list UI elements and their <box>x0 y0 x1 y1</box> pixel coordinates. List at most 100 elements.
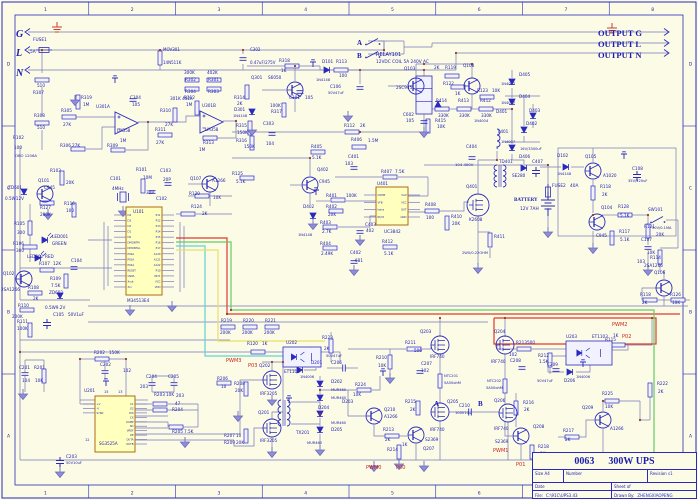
component-label: C201 <box>19 365 30 370</box>
component-label: 2K <box>360 123 366 128</box>
component-label: R109 <box>50 276 61 281</box>
component-label: A1266 <box>212 178 226 183</box>
component-label: IRF740 <box>430 427 445 432</box>
component-label: 20P <box>163 177 171 182</box>
component-label: LM358 <box>205 127 219 132</box>
component-label: R120 <box>247 341 258 346</box>
junction-dot <box>510 107 514 111</box>
resistor <box>444 215 450 231</box>
component-label: C102 <box>156 196 167 201</box>
component-label: 100 <box>339 73 347 78</box>
resistor <box>250 349 266 355</box>
resistor <box>382 244 398 250</box>
component-label: DIS <box>129 411 134 415</box>
component-label: 7.5K <box>395 169 405 174</box>
component-label: 5.1K <box>384 251 394 256</box>
component-label: 50V10uF <box>66 461 82 465</box>
component-label: 8 <box>651 7 654 13</box>
junction-dot <box>382 48 386 52</box>
component-label: 105 <box>305 95 313 100</box>
component-label: Q209 <box>582 405 594 410</box>
component-label: B <box>357 52 362 60</box>
component-label: R414 <box>436 98 447 103</box>
resistor <box>590 185 596 201</box>
component-label: S6050 <box>268 75 282 80</box>
junction-dot <box>18 350 22 354</box>
component-label: SD <box>130 424 134 428</box>
component-label: COMP <box>126 420 134 424</box>
resistor <box>61 114 77 120</box>
resistor <box>444 73 460 79</box>
component-label: 102 <box>123 368 131 373</box>
component-label: D401 <box>496 109 508 114</box>
component-label: R213 <box>383 427 394 432</box>
component-label: PWM2 <box>612 322 627 328</box>
component-label: R404 <box>320 241 331 246</box>
component-label: R210 <box>376 355 387 360</box>
component-label: Q102 <box>3 271 15 276</box>
component-label: M34513E4 <box>127 298 150 303</box>
component-label: R202 <box>94 350 105 355</box>
component-label: R110 <box>18 303 29 308</box>
component-label: 1K <box>613 333 619 338</box>
component-label: 4MHz <box>112 186 124 191</box>
resistor <box>281 102 287 118</box>
component-label: 7.5K <box>184 429 194 434</box>
component-label: R201 <box>34 365 45 370</box>
component-label: PWM0 <box>366 465 381 471</box>
component-label: 20K <box>328 212 336 217</box>
component-label: D402 <box>303 204 315 209</box>
component-label: D3 <box>128 219 132 223</box>
component-label: R215 <box>405 399 416 404</box>
component-label: R108 <box>28 285 39 290</box>
component-label: B <box>7 310 10 316</box>
component-label: Q107 <box>190 176 202 181</box>
component-label: A120 <box>154 252 161 256</box>
component-label: 6 <box>478 491 481 497</box>
component-label: 2K <box>524 407 530 412</box>
component-label: 2K <box>202 211 208 216</box>
component-label: 1N4007 <box>501 82 515 86</box>
component-label: SE280 <box>512 173 526 178</box>
junction-dot <box>293 64 297 68</box>
junction-dot <box>146 120 150 124</box>
resistor <box>243 428 249 444</box>
component-label: R118 <box>640 292 651 297</box>
resistor <box>94 356 110 362</box>
component-label: C204 <box>146 374 157 379</box>
component-label: 10K <box>35 378 43 383</box>
component-label: FUSE1 <box>33 37 47 43</box>
component-label: 27K <box>165 122 173 127</box>
component-label: 7.5K <box>51 283 61 288</box>
component-label: U101 <box>133 209 144 214</box>
switch-contact <box>365 43 367 46</box>
resistor <box>157 50 163 66</box>
resistor <box>63 273 69 289</box>
junction-dot <box>124 357 128 361</box>
junction-dot <box>503 316 507 320</box>
resistor <box>478 106 494 112</box>
component-label: 1N4007 <box>501 101 515 105</box>
component-label: C404 <box>466 144 477 149</box>
junction-dot <box>78 357 82 361</box>
component-label: R319 <box>81 95 92 100</box>
component-label: 1N4004 <box>474 119 489 123</box>
junction-dot <box>495 158 499 162</box>
component-label: OE <box>130 433 134 437</box>
component-label: 2.7K <box>322 229 332 234</box>
date-cell: Date <box>533 483 612 490</box>
component-label: P15 <box>156 235 161 239</box>
component-label: P03 <box>248 363 257 369</box>
resistor <box>220 324 236 330</box>
junction-dot <box>234 119 238 123</box>
component-label: R412 <box>382 239 393 244</box>
component-label: SG3525A <box>99 441 118 446</box>
junction-dot <box>40 48 44 52</box>
component-label: R405 <box>311 144 322 149</box>
component-label: P14 <box>156 230 161 234</box>
component-label: R127 <box>40 205 51 210</box>
component-label: 2SA1266 <box>1 287 20 292</box>
component-label: C945 <box>596 233 607 238</box>
component-label: LM358 <box>117 128 131 133</box>
component-label: 20K <box>235 388 243 393</box>
